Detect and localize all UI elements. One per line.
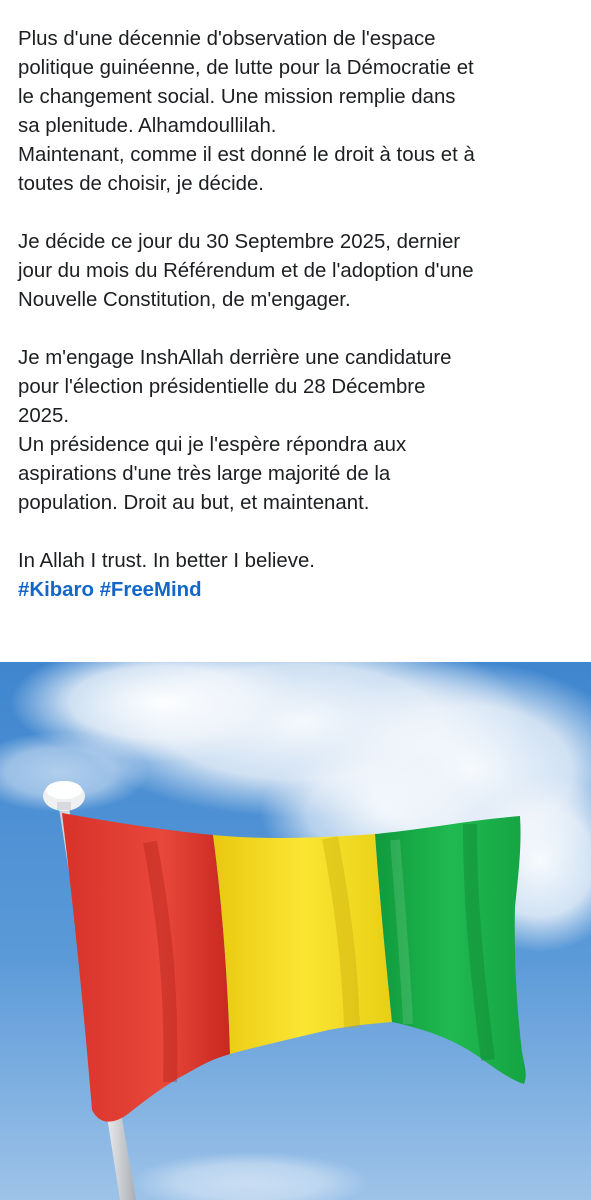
text-line: Je m'engage InshAllah derrière une candi…: [18, 347, 452, 369]
closing-line: In Allah I trust. In better I believe.: [18, 550, 315, 572]
text-line: sa plenitude. Alhamdoullilah.: [18, 115, 277, 137]
text-line: aspirations d'une très large majorité de…: [18, 463, 391, 485]
post-photo[interactable]: [0, 662, 591, 1200]
post-container: Plus d'une décennie d'observation de l'e…: [0, 0, 591, 1200]
text-line: population. Droit au but, et maintenant.: [18, 492, 370, 514]
paragraph-3: Je m'engage InshAllah derrière une candi…: [18, 344, 578, 518]
text-line: Plus d'une décennie d'observation de l'e…: [18, 28, 436, 50]
hashtag-kibaro-link[interactable]: #Kibaro: [18, 579, 94, 601]
flag-stripe-yellow: [213, 834, 392, 1054]
text-line: toutes de choisir, je décide.: [18, 173, 264, 195]
paragraph-1: Plus d'une décennie d'observation de l'e…: [18, 25, 578, 199]
paragraph-closing: In Allah I trust. In better I believe. #…: [18, 547, 578, 605]
text-line: le changement social. Une mission rempli…: [18, 86, 456, 108]
text-line: politique guinéenne, de lutte pour la Dé…: [18, 57, 474, 79]
hashtags-line: #Kibaro #FreeMind: [18, 576, 578, 605]
post-body: Plus d'une décennie d'observation de l'e…: [18, 25, 578, 605]
text-line: jour du mois du Référendum et de l'adopt…: [18, 260, 474, 282]
text-line: 2025.: [18, 405, 70, 427]
text-line: Je décide ce jour du 30 Septembre 2025, …: [18, 231, 461, 253]
hashtag-freemind-link[interactable]: #FreeMind: [100, 579, 202, 601]
text-line: pour l'élection présidentielle du 28 Déc…: [18, 376, 426, 398]
text-line: Un présidence qui je l'espère répondra a…: [18, 434, 407, 456]
guinea-flag-image: [0, 662, 591, 1200]
paragraph-2: Je décide ce jour du 30 Septembre 2025, …: [18, 228, 578, 315]
text-line: Maintenant, comme il est donné le droit …: [18, 144, 475, 166]
text-line: Nouvelle Constitution, de m'engager.: [18, 289, 351, 311]
